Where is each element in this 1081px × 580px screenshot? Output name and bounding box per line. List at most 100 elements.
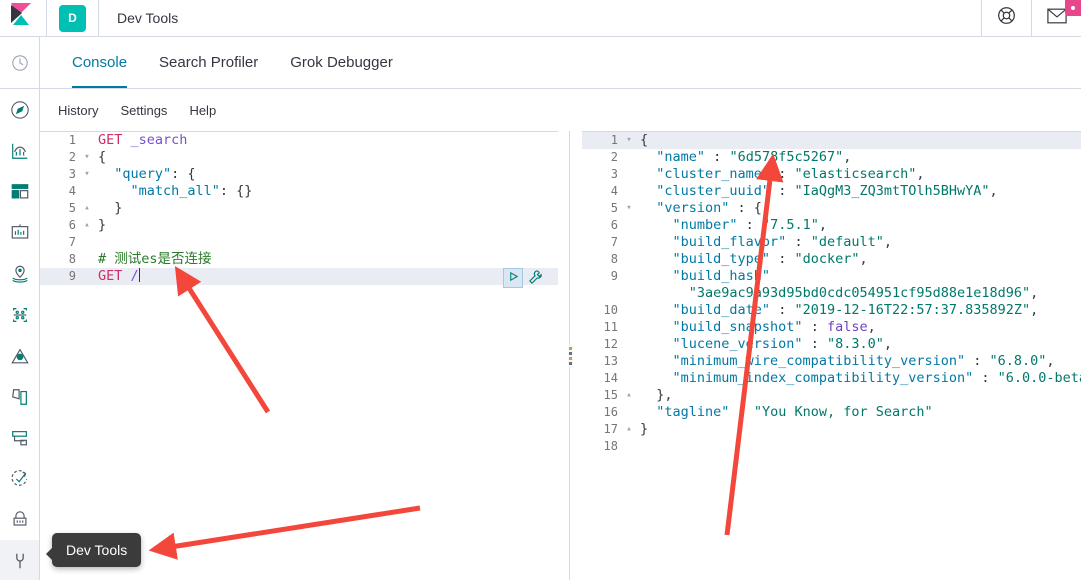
recently-viewed-button[interactable] (0, 37, 39, 89)
fold-toggle-icon[interactable]: ▴ (624, 387, 634, 404)
line-number: 2 (68, 150, 76, 164)
response-viewer: 1 ▾{2 "name" : "6d578f5c5267", 3 "cluster_… (582, 131, 1081, 580)
response-viewer-lines: 1 ▾{2 "name" : "6d578f5c5267", 3 "cluster_… (582, 132, 1081, 455)
fold-toggle-icon[interactable]: ▴ (82, 200, 92, 217)
request-menu-button[interactable] (527, 269, 545, 287)
sidebar-item-visualize[interactable] (0, 130, 39, 171)
console-toolbar: History Settings Help (40, 89, 1081, 131)
map-marker-icon (10, 264, 30, 284)
sidebar-item-machine-learning[interactable] (0, 294, 39, 335)
line-number: 15 (603, 388, 618, 402)
line-number: 17 (603, 422, 618, 436)
tab-console[interactable]: Console (56, 37, 143, 88)
code-line: 6 ▴} (40, 217, 558, 234)
sidebar-item-dashboard[interactable] (0, 171, 39, 212)
line-number: 4 (68, 184, 76, 198)
dev-tools-tooltip: Dev Tools (45, 533, 142, 567)
sidebar-item-logs[interactable] (0, 376, 39, 417)
line-number: 12 (603, 337, 618, 351)
line-number: 18 (603, 439, 618, 453)
life-ring-icon (997, 6, 1016, 30)
code-text: "3ae9ac9a93d95bd0cdc054951cf95d88e1e18d9… (688, 285, 1039, 301)
sidebar-item-uptime[interactable] (0, 458, 39, 499)
send-request-button[interactable] (503, 268, 523, 288)
line-number: 5 (610, 201, 618, 215)
code-line: 7 (40, 234, 558, 251)
recently-viewed-clock-icon (11, 54, 29, 72)
code-line: 4 "match_all": {} (40, 183, 558, 200)
request-editor[interactable]: 1 GET _search 2 ▾{3 ▾ "query": {4 "match_all… (40, 131, 558, 580)
code-text: "tagline" : "You Know, for Search" (656, 404, 933, 420)
tab-grok-debugger[interactable]: Grok Debugger (274, 37, 409, 88)
code-text: "match_all": {} (130, 183, 253, 199)
fold-toggle-icon[interactable]: ▾ (624, 200, 634, 217)
code-line: 12 "lucene_version" : "8.3.0", (582, 336, 1081, 353)
code-line: 2 "name" : "6d578f5c5267", (582, 149, 1081, 166)
code-text: { (98, 149, 107, 165)
settings-button[interactable]: Settings (120, 103, 167, 118)
code-line: 2 ▾ { (40, 149, 558, 166)
line-number: 14 (603, 371, 618, 385)
panel-resize-handle[interactable] (558, 131, 582, 580)
line-number: 1 (68, 133, 76, 147)
code-line: 14 "minimum_index_compatibility_version"… (582, 370, 1081, 387)
line-number: 3 (68, 167, 76, 181)
sidebar-item-apm[interactable] (0, 417, 39, 458)
code-line: 5 ▾ "version" : { (582, 200, 1081, 217)
sidebar-item-maps[interactable] (0, 253, 39, 294)
code-line: 15 ▴ }, (582, 387, 1081, 404)
code-line: 1 ▾ { (582, 132, 1081, 149)
line-number: 8 (68, 252, 76, 266)
fold-toggle-icon[interactable]: ▴ (82, 217, 92, 234)
code-line: 11 "build_snapshot" : false, (582, 319, 1081, 336)
code-text: "cluster_name" : "elasticsearch", (656, 166, 925, 182)
code-line: 8 # 测试es是否连接 (40, 251, 558, 268)
line-number: 8 (610, 252, 618, 266)
code-line: "3ae9ac9a93d95bd0cdc054951cf95d88e1e18d9… (582, 285, 1081, 302)
code-text: } (114, 200, 123, 216)
help-link[interactable]: Help (189, 103, 216, 118)
line-number: 16 (603, 405, 618, 419)
machine-learning-icon (10, 305, 30, 325)
sidebar-item-dev-tools[interactable] (0, 540, 39, 580)
visualize-chart-icon (10, 141, 30, 161)
global-header: D Dev Tools (0, 0, 1081, 37)
code-text: # 测试es是否连接 (98, 251, 212, 267)
app-initial-badge: D (59, 4, 86, 32)
code-line: 9 "build_hash" (582, 268, 1081, 285)
line-number: 6 (68, 218, 76, 232)
text-cursor (138, 268, 140, 282)
sidebar-item-discover[interactable] (0, 89, 39, 130)
notifications-button[interactable] (1031, 0, 1081, 37)
kibana-home-button[interactable] (0, 0, 47, 37)
code-text: "cluster_uuid" : "IaQgM3_ZQ3mtTOlh5BHwYA… (656, 183, 998, 199)
line-number: 9 (610, 269, 618, 283)
resize-grip-icon (567, 344, 573, 367)
fold-toggle-icon[interactable]: ▴ (624, 421, 634, 438)
help-button[interactable] (981, 0, 1031, 37)
fold-toggle-icon[interactable]: ▾ (82, 149, 92, 166)
code-text: "build_type" : "docker", (672, 251, 868, 267)
code-line: 13 "minimum_wire_compatibility_version" … (582, 353, 1081, 370)
request-editor-lines[interactable]: 1 GET _search 2 ▾{3 ▾ "query": {4 "match_all… (40, 132, 558, 285)
line-number: 7 (68, 235, 76, 249)
code-line: 8 "build_type" : "docker", (582, 251, 1081, 268)
line-number: 5 (68, 201, 76, 215)
canvas-presentation-icon (10, 223, 30, 243)
sidebar-item-canvas[interactable] (0, 212, 39, 253)
header-actions (981, 0, 1081, 37)
code-line: 17 ▴} (582, 421, 1081, 438)
sidebar-item-siem[interactable] (0, 499, 39, 540)
code-text: "version" : { (656, 200, 762, 216)
line-number: 2 (610, 150, 618, 164)
line-number: 1 (610, 133, 618, 147)
play-triangle-icon (508, 269, 519, 287)
tab-search-profiler[interactable]: Search Profiler (143, 37, 274, 88)
code-line: 5 ▴ } (40, 200, 558, 217)
uptime-check-icon (10, 469, 30, 489)
line-number: 11 (603, 320, 618, 334)
fold-toggle-icon[interactable]: ▾ (624, 132, 634, 149)
fold-toggle-icon[interactable]: ▾ (82, 166, 92, 183)
history-button[interactable]: History (58, 103, 98, 118)
sidebar-item-infrastructure[interactable] (0, 335, 39, 376)
